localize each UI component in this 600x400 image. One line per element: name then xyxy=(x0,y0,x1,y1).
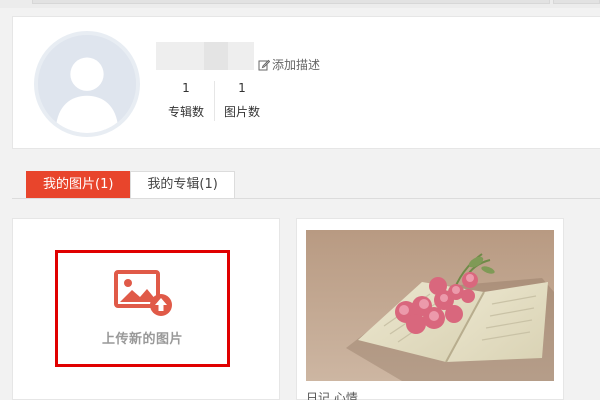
image-count-label: 图片数 xyxy=(223,105,260,119)
album-count: 1 xyxy=(182,81,190,95)
avatar[interactable] xyxy=(34,31,140,137)
tab-my-albums[interactable]: 我的专辑(1) xyxy=(130,171,235,198)
album-count-label: 专辑数 xyxy=(167,105,204,119)
tab-bar: 我的图片(1) 我的专辑(1) xyxy=(26,171,235,198)
tab-my-images[interactable]: 我的图片(1) xyxy=(26,171,131,198)
photo-thumbnail[interactable] xyxy=(306,230,554,381)
image-count: 1 xyxy=(238,81,246,95)
top-bar xyxy=(0,0,600,8)
photo-caption: 日记 心情 xyxy=(306,391,358,400)
add-description-link[interactable]: 添加描述 xyxy=(258,56,320,73)
edit-icon xyxy=(258,59,270,70)
add-description-label: 添加描述 xyxy=(272,58,321,72)
profile-stats: 1 专辑数 1 图片数 xyxy=(158,79,270,121)
default-avatar-icon xyxy=(38,35,136,133)
tab-divider xyxy=(12,198,600,199)
image-count-stat[interactable]: 1 图片数 xyxy=(214,79,270,121)
book-flowers-photo xyxy=(306,230,554,381)
red-highlight-box xyxy=(55,250,230,367)
search-button-edge[interactable] xyxy=(553,0,600,4)
search-field-edge[interactable] xyxy=(32,0,550,4)
album-count-stat[interactable]: 1 专辑数 xyxy=(158,79,214,121)
username-blurred xyxy=(156,42,254,70)
